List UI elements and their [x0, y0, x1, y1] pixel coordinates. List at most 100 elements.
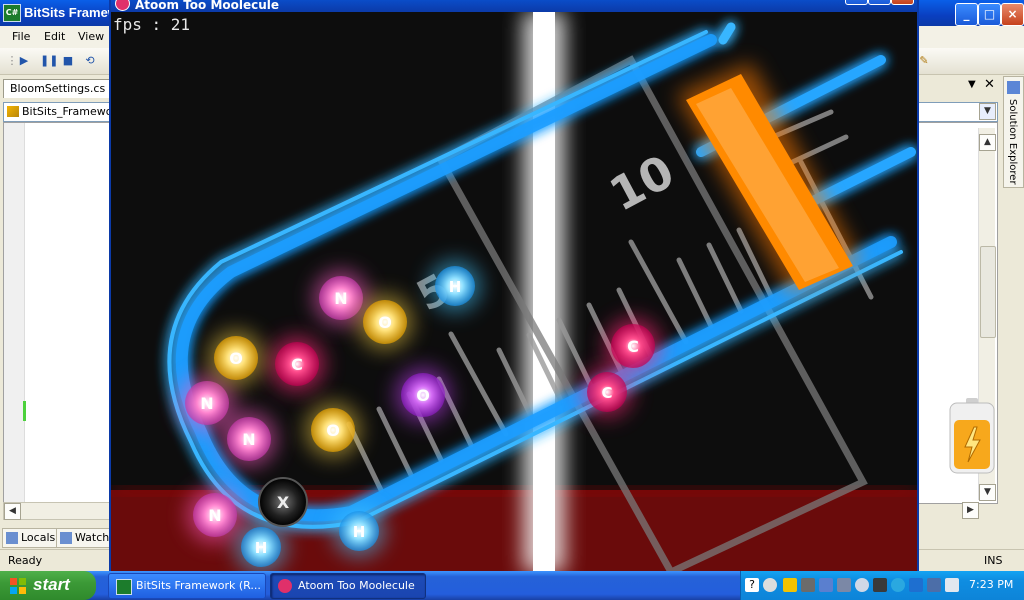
ide-maximize-button[interactable]: □	[978, 3, 1001, 26]
update-icon[interactable]	[891, 578, 905, 592]
atom-h-cyan-1[interactable]: H	[429, 260, 481, 312]
visual-studio-icon: C#	[3, 4, 21, 22]
tab-watch[interactable]: Watch	[56, 528, 111, 548]
scroll-up-icon[interactable]: ▲	[979, 134, 996, 151]
tab-locals[interactable]: Locals	[2, 528, 57, 548]
chevron-down-icon[interactable]: ▼	[979, 103, 996, 120]
atom-x-black[interactable]: X	[258, 477, 308, 527]
svg-text:H: H	[353, 523, 366, 541]
continue-icon[interactable]: ▶	[18, 55, 30, 67]
scroll-down-icon[interactable]: ▼	[979, 484, 996, 501]
atom-o-yellow-1[interactable]: O	[208, 330, 264, 386]
taskbar: start BitSits Framework (R... Atoom Too …	[0, 571, 1024, 600]
volume-icon[interactable]	[801, 578, 815, 592]
pause-icon[interactable]: ❚❚	[40, 55, 58, 67]
menu-file[interactable]: File	[12, 30, 30, 43]
ide-minimize-button[interactable]: _	[955, 3, 978, 26]
code-editor[interactable]	[3, 122, 111, 504]
atom-o-yellow-2[interactable]: O	[357, 294, 413, 350]
game-titlebar: Atoom Too Moolecule	[111, 0, 917, 12]
status-ins: INS	[984, 554, 1003, 567]
start-label: start	[33, 575, 70, 594]
task-bitsits-label: BitSits Framework (R...	[136, 579, 261, 592]
game-scene[interactable]: 5 10 N N N N C C O O O O H H H X C	[111, 12, 917, 572]
svg-text:C: C	[291, 355, 303, 374]
scroll-thumb[interactable]	[980, 246, 996, 338]
clock[interactable]: 7:23 PM	[969, 578, 1013, 591]
display-icon[interactable]	[873, 578, 887, 592]
atom-h-cyan-3[interactable]: H	[333, 505, 385, 557]
svg-text:O: O	[326, 421, 340, 440]
help-icon[interactable]: ?	[745, 578, 759, 592]
shield-icon[interactable]	[783, 578, 797, 592]
panel-close-icon[interactable]: ✕	[984, 77, 995, 92]
atom-c-red-1[interactable]: C	[269, 336, 325, 392]
watch-icon	[60, 532, 72, 544]
network-disconnected-icon[interactable]	[837, 578, 851, 592]
toolbox-icon[interactable]: ✎	[918, 55, 930, 67]
menu-edit[interactable]: Edit	[44, 30, 65, 43]
game-task-icon	[278, 579, 292, 593]
tab-watch-label: Watch	[75, 531, 110, 544]
class-icon	[7, 106, 19, 117]
start-button[interactable]: start	[0, 571, 96, 600]
game-window-title: Atoom Too Moolecule	[135, 0, 280, 12]
svg-text:N: N	[208, 506, 221, 525]
change-marker	[23, 401, 26, 421]
solution-explorer-icon	[1007, 81, 1020, 94]
game-close-button[interactable]	[891, 0, 914, 5]
menu-view[interactable]: View	[78, 30, 104, 43]
member-combo[interactable]: ▼	[916, 102, 998, 122]
safely-remove-icon[interactable]	[945, 578, 959, 592]
windows-flag-icon	[10, 578, 26, 594]
visual-studio-task-icon	[116, 579, 132, 595]
tab-locals-label: Locals	[21, 531, 56, 544]
system-tray: ? 7:23 PM	[740, 571, 1024, 600]
scroll-right-icon[interactable]: ▶	[962, 502, 979, 519]
right-panel-header: ▼ ✕	[914, 76, 1002, 98]
solution-explorer-label: Solution Explorer	[1007, 99, 1018, 185]
atom-o-violet[interactable]: O	[395, 367, 451, 423]
editor-margin	[4, 123, 25, 503]
security-center-icon[interactable]	[909, 578, 923, 592]
svg-text:C: C	[601, 384, 612, 402]
locals-icon	[6, 532, 18, 544]
scroll-left-icon[interactable]: ◀	[4, 503, 21, 520]
svg-text:O: O	[416, 386, 430, 405]
atom-h-cyan-2[interactable]: H	[235, 521, 287, 572]
status-ready: Ready	[8, 554, 43, 567]
solution-explorer-tab[interactable]: Solution Explorer	[1003, 76, 1024, 188]
svg-text:N: N	[200, 394, 213, 413]
task-bitsits[interactable]: BitSits Framework (R...	[108, 573, 266, 599]
atom-n-pink-4[interactable]: N	[187, 487, 243, 543]
stop-icon[interactable]: ■	[62, 55, 74, 67]
task-atoom[interactable]: Atoom Too Moolecule	[270, 573, 426, 599]
editor-hscrollbar[interactable]: ◀	[3, 502, 111, 520]
monitor-icon[interactable]	[927, 578, 941, 592]
tray-expand-icon[interactable]	[763, 578, 777, 592]
game-window[interactable]: Atoom Too Moolecule 10 N N N N C C O O O…	[109, 0, 919, 572]
game-minimize-button[interactable]	[845, 0, 868, 5]
battery-gadget-icon	[949, 398, 995, 474]
svg-text:X: X	[277, 493, 290, 512]
class-combo[interactable]: BitSits_Framework	[3, 102, 111, 122]
game-maximize-button[interactable]	[868, 0, 891, 5]
svg-text:O: O	[378, 313, 392, 332]
panel-dropdown-icon[interactable]: ▼	[968, 79, 976, 90]
task-atoom-label: Atoom Too Moolecule	[298, 579, 415, 592]
network-icon[interactable]	[819, 578, 833, 592]
atom-n-pink-3[interactable]: N	[221, 411, 277, 467]
atom-c-red-2[interactable]: C	[605, 318, 661, 374]
game-app-icon	[115, 0, 130, 11]
svg-text:H: H	[255, 539, 268, 557]
atom-o-yellow-3[interactable]: O	[305, 402, 361, 458]
ide-close-button[interactable]: ×	[1001, 3, 1024, 26]
tab-bloomsettings[interactable]: BloomSettings.cs	[3, 79, 113, 98]
class-combo-value: BitSits_Framework	[22, 105, 110, 118]
svg-text:N: N	[334, 289, 347, 308]
toolbar-grip-icon: ⋮	[6, 54, 18, 67]
messenger-icon[interactable]	[855, 578, 869, 592]
atom-c-pink-low[interactable]: C	[581, 366, 633, 418]
restart-icon[interactable]: ⟲	[84, 55, 96, 67]
svg-text:C: C	[627, 337, 639, 356]
